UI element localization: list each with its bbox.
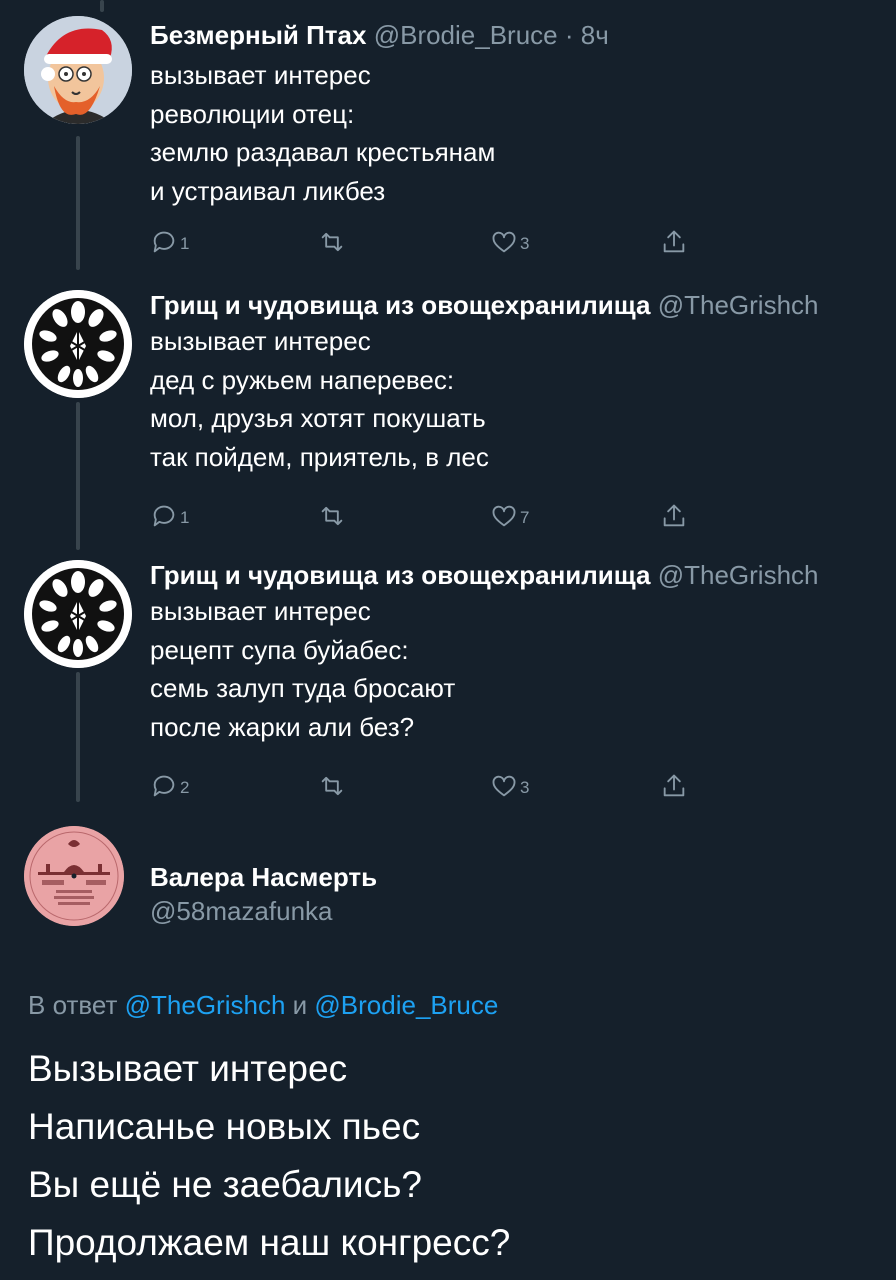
display-name[interactable]: Валера Насмерть: [150, 860, 377, 894]
like-button[interactable]: 3: [490, 768, 529, 804]
ornament-avatar-image: [24, 560, 132, 668]
tweet-text-line: Продолжаем наш конгресс?: [28, 1222, 511, 1263]
thread-page: Безмерный Птах @Brodie_Bruce · 8ч вызыва…: [0, 0, 896, 1280]
tweet-text-line: рецепт супа буйабес:: [150, 634, 409, 665]
tweet-text-line: так пойдем, приятель, в лес: [150, 441, 489, 472]
tweet-text-line: вызывает интерес: [150, 60, 371, 90]
tweet-text-line: вызывает интерес: [150, 326, 371, 356]
reply-button[interactable]: 1: [150, 498, 189, 534]
share-button[interactable]: [660, 224, 688, 260]
separator-dot: ·: [564, 20, 574, 50]
avatar-thegrishch[interactable]: [24, 290, 132, 398]
display-name[interactable]: Грищ и чудовища из овощехранилища: [150, 290, 650, 320]
share-button[interactable]: [660, 498, 688, 534]
like-button[interactable]: 3: [490, 224, 529, 260]
tweet-text-line: дед с ружьем наперевес:: [150, 364, 455, 395]
reply-prefix: В ответ: [28, 990, 118, 1020]
tweet-2[interactable]: Грищ и чудовища из овощехранилища @TheGr…: [0, 280, 896, 550]
tweet-actions: 1 3: [150, 224, 710, 260]
tweet-3[interactable]: Грищ и чудовища из овощехранилища @TheGr…: [0, 550, 896, 820]
reply-count: 2: [180, 778, 190, 797]
ornament-avatar-image: [24, 290, 132, 398]
cartoon-santa-avatar-image: [24, 16, 132, 124]
reply-count: 1: [180, 508, 190, 527]
tweet-text-line: Вы ещё не заебались?: [28, 1164, 422, 1205]
share-icon: [663, 774, 685, 797]
retweet-icon: [321, 776, 343, 796]
display-name[interactable]: Безмерный Птах: [150, 20, 366, 50]
reply-icon: [153, 505, 175, 527]
tweet-text-line: революции отец:: [150, 98, 355, 129]
avatar-58mazafunka[interactable]: [24, 826, 124, 926]
retweet-button[interactable]: [318, 224, 348, 260]
heart-icon: [492, 505, 516, 527]
reply-button[interactable]: 2: [150, 768, 189, 804]
tweet-actions: 1 7: [150, 498, 710, 534]
tweet-text-line: Написанье новых пьес: [28, 1106, 421, 1147]
like-button[interactable]: 7: [490, 498, 529, 534]
reply-button[interactable]: 1: [150, 224, 189, 260]
reply-mention-link[interactable]: @TheGrishch: [125, 990, 286, 1020]
thread-line-3: [76, 672, 80, 802]
tweet-header: Безмерный Птах @Brodie_Bruce · 8ч: [150, 18, 896, 52]
share-button[interactable]: [660, 768, 688, 804]
tweet-text-line: семь залуп туда бросают: [150, 673, 456, 703]
vinyl-record-label-avatar-image: [24, 826, 124, 926]
tweet-text-line: мол, друзья хотят покушать: [150, 403, 486, 433]
tweet-text-line: после жарки али без?: [150, 711, 415, 742]
reply-icon: [153, 231, 175, 253]
like-count: 7: [520, 508, 530, 527]
reply-context: В ответ @TheGrishch и @Brodie_Bruce: [28, 990, 498, 1021]
tweet-header: Грищ и чудовища из овощехранилища @TheGr…: [150, 558, 896, 592]
like-count: 3: [520, 778, 530, 797]
focus-tweet-text: Вызывает интерес Написанье новых пьес Вы…: [28, 1040, 510, 1272]
retweet-button[interactable]: [318, 498, 348, 534]
display-name[interactable]: Грищ и чудовища из овощехранилища: [150, 560, 650, 590]
tweet-actions: 2 3: [150, 768, 710, 804]
user-handle[interactable]: @TheGrishch: [658, 560, 819, 590]
tweet-text-line: вызывает интерес: [150, 596, 371, 626]
tweet-text-line: Вызывает интерес: [28, 1048, 348, 1089]
share-icon: [663, 504, 685, 527]
user-handle[interactable]: @58mazafunka: [150, 894, 377, 928]
tweet-text-line: и устраивал ликбез: [150, 175, 386, 206]
tweet-text-line: землю раздавал крестьянам: [150, 137, 496, 167]
heart-icon: [492, 775, 516, 797]
heart-icon: [492, 231, 516, 253]
reply-icon: [153, 775, 175, 797]
thread-line-1: [76, 136, 80, 270]
share-icon: [663, 230, 685, 253]
retweet-icon: [321, 232, 343, 252]
reply-mention-link[interactable]: @Brodie_Bruce: [314, 990, 498, 1020]
reply-count: 1: [180, 234, 190, 253]
user-handle[interactable]: @TheGrishch: [658, 290, 819, 320]
thread-line-2: [76, 402, 80, 550]
avatar-thegrishch[interactable]: [24, 560, 132, 668]
retweet-icon: [321, 506, 343, 526]
user-handle[interactable]: @Brodie_Bruce: [374, 20, 558, 50]
tweet-header: Грищ и чудовища из овощехранилища @TheGr…: [150, 288, 896, 322]
like-count: 3: [520, 234, 530, 253]
timestamp[interactable]: 8ч: [581, 20, 609, 50]
retweet-button[interactable]: [318, 768, 348, 804]
avatar-brodie-bruce[interactable]: [24, 16, 132, 124]
reply-and: и: [292, 990, 308, 1020]
tweet-1[interactable]: Безмерный Птах @Brodie_Bruce · 8ч вызыва…: [0, 0, 896, 280]
